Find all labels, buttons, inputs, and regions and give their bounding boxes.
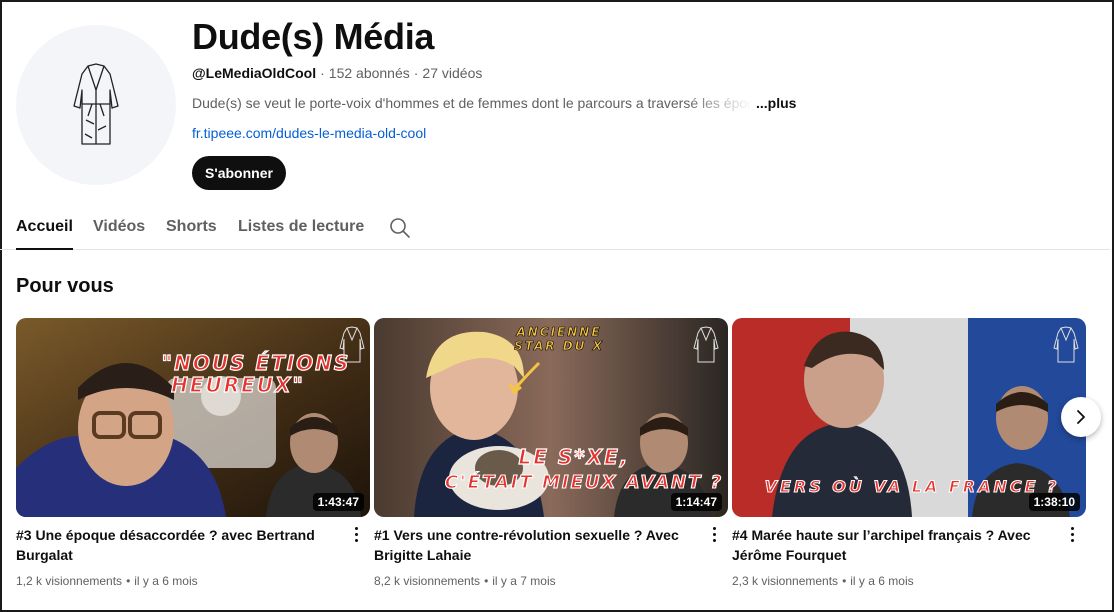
video-stats: 1,2 k visionnements • il y a 6 mois	[16, 574, 198, 588]
video-card[interactable]: VERS OÙ VA LA FRANCE ? 1:38:10 #4 Marée …	[732, 318, 1086, 588]
upload-age: il y a 6 mois	[850, 574, 914, 588]
meta-separator: ·	[320, 65, 325, 81]
overlay-line: C'ÉTAIT MIEUX AVANT ?	[445, 471, 723, 493]
channel-avatar[interactable]	[16, 25, 176, 185]
tab-search[interactable]	[388, 216, 412, 240]
stats-separator: •	[842, 574, 847, 588]
meta-separator: ·	[413, 65, 419, 81]
subscriber-count: 152 abonnés	[328, 65, 410, 81]
subscribe-button[interactable]: S'abonner	[192, 156, 286, 190]
bathrobe-icon	[73, 63, 119, 145]
more-options-icon[interactable]	[346, 524, 366, 544]
upload-age: il y a 6 mois	[134, 574, 198, 588]
video-thumbnail[interactable]: "NOUS ÉTIONS HEUREUX" 1:43:47	[16, 318, 370, 517]
channel-meta: @LeMediaOldCool · 152 abonnés · 27 vidéos	[192, 65, 482, 81]
view-count: 2,3 k visionnements	[732, 574, 839, 588]
view-count: 1,2 k visionnements	[16, 574, 123, 588]
overlay-line: "NOUS ÉTIONS	[162, 351, 351, 375]
video-duration: 1:43:47	[312, 493, 364, 511]
channel-tabs: Accueil Vidéos Shorts Listes de lecture	[0, 208, 1110, 250]
video-stats: 8,2 k visionnements • il y a 7 mois	[374, 574, 556, 588]
overlay-line: LE S*XE,	[519, 445, 630, 469]
video-title[interactable]: #1 Vers une contre-révolution sexuelle ?…	[374, 525, 696, 565]
chevron-right-icon	[1077, 410, 1085, 424]
tab-accueil[interactable]: Accueil	[16, 218, 73, 250]
stats-separator: •	[484, 574, 489, 588]
search-icon	[390, 218, 410, 238]
overlay-line: ANCIENNE	[515, 325, 601, 339]
tab-videos[interactable]: Vidéos	[93, 218, 145, 236]
channel-link[interactable]: fr.tipeee.com/dudes-le-media-old-cool	[192, 125, 426, 141]
view-count: 8,2 k visionnements	[374, 574, 481, 588]
video-card[interactable]: "NOUS ÉTIONS HEUREUX" 1:43:47 #3 Une épo…	[16, 318, 370, 588]
upload-age: il y a 7 mois	[492, 574, 556, 588]
section-title: Pour vous	[16, 275, 114, 297]
channel-name: Dude(s) Média	[192, 16, 435, 57]
overlay-line: STAR DU X	[514, 339, 604, 353]
video-title[interactable]: #4 Marée haute sur l’archipel français ?…	[732, 525, 1054, 565]
video-card[interactable]: ANCIENNE STAR DU X LE S*XE, C'ÉTAIT MIEU…	[374, 318, 728, 588]
overlay-line: HEUREUX"	[171, 373, 305, 397]
more-options-icon[interactable]	[1062, 524, 1082, 544]
thumbnail-image: ANCIENNE STAR DU X LE S*XE, C'ÉTAIT MIEU…	[374, 318, 728, 517]
channel-handle: @LeMediaOldCool	[192, 65, 317, 81]
overlay-line: VERS OÙ VA LA FRANCE ?	[765, 476, 1060, 496]
thumbnail-image: VERS OÙ VA LA FRANCE ?	[732, 318, 1086, 517]
thumbnail-image: "NOUS ÉTIONS HEUREUX"	[16, 318, 370, 517]
video-stats: 2,3 k visionnements • il y a 6 mois	[732, 574, 914, 588]
more-options-icon[interactable]	[704, 524, 724, 544]
video-title[interactable]: #3 Une époque désaccordée ? avec Bertran…	[16, 525, 338, 565]
video-thumbnail[interactable]: VERS OÙ VA LA FRANCE ? 1:38:10	[732, 318, 1086, 517]
video-count: 27 vidéos	[422, 65, 483, 81]
video-thumbnail[interactable]: ANCIENNE STAR DU X LE S*XE, C'ÉTAIT MIEU…	[374, 318, 728, 517]
video-duration: 1:38:10	[1028, 493, 1080, 511]
tab-shorts[interactable]: Shorts	[166, 218, 217, 236]
channel-description[interactable]: Dude(s) se veut le porte-voix d'hommes e…	[192, 95, 796, 111]
thumbnail-overlay-text: VERS OÙ VA LA FRANCE ?	[764, 476, 1060, 497]
tab-playlists[interactable]: Listes de lecture	[238, 218, 364, 236]
video-duration: 1:14:47	[670, 493, 722, 511]
carousel-next-button[interactable]	[1061, 397, 1101, 437]
description-more-button[interactable]: ...plus	[756, 95, 796, 111]
description-text: Dude(s) se veut le porte-voix d'hommes e…	[192, 95, 752, 111]
stats-separator: •	[126, 574, 131, 588]
